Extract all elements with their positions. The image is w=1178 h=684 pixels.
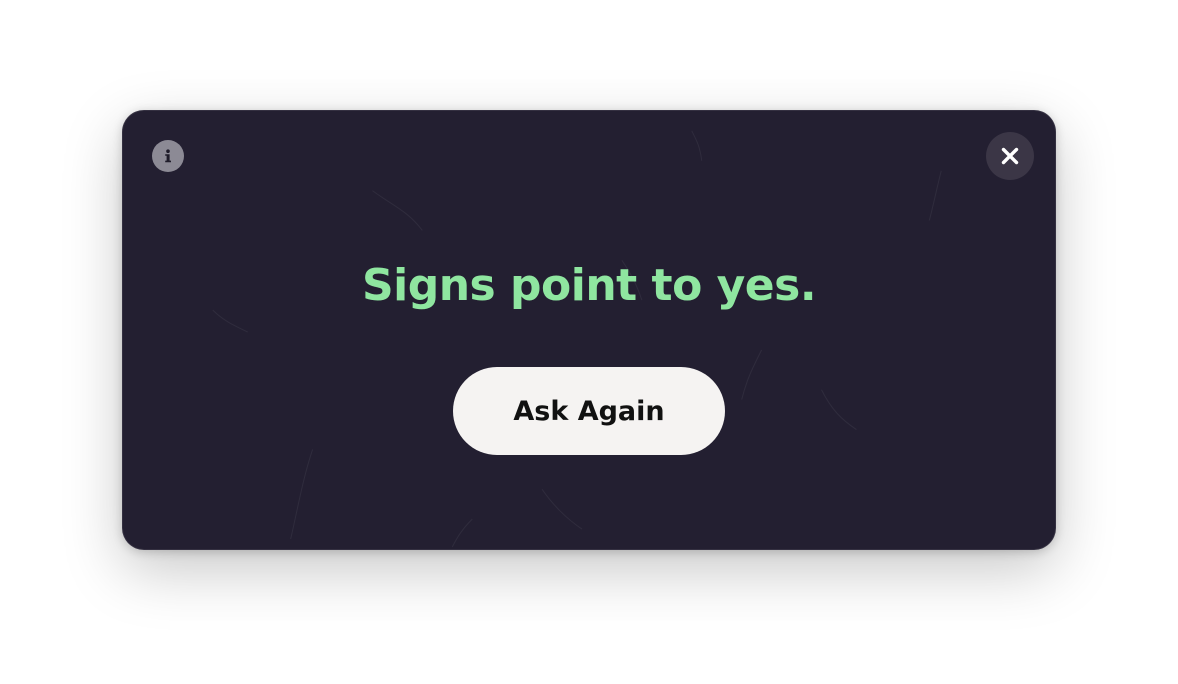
answer-text: Signs point to yes. bbox=[361, 260, 817, 311]
info-icon[interactable] bbox=[152, 140, 184, 172]
magic-8-ball-dialog: Signs point to yes. Ask Again bbox=[122, 110, 1056, 550]
background-texture bbox=[212, 130, 942, 548]
info-glyph bbox=[165, 149, 171, 163]
ask-again-button[interactable]: Ask Again bbox=[453, 367, 725, 455]
close-icon bbox=[1001, 147, 1019, 165]
close-button[interactable] bbox=[986, 132, 1034, 180]
